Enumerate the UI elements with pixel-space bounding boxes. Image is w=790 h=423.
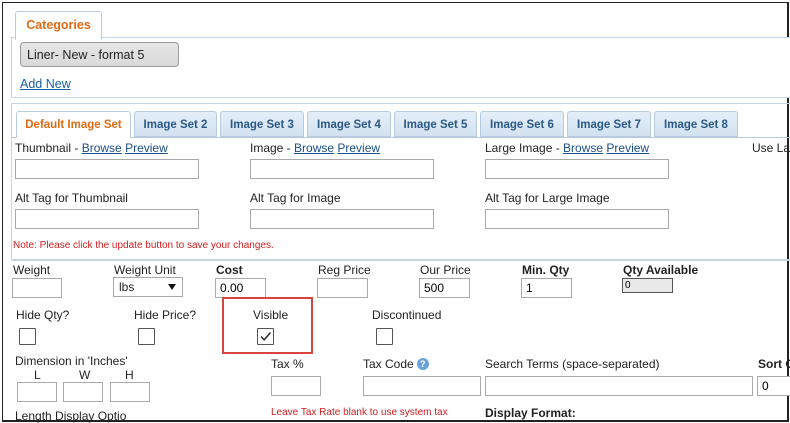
large-image-input[interactable] [485,159,669,179]
search-terms-label: Search Terms (space-separated) [485,357,660,371]
alt-large-image-input[interactable] [485,209,669,229]
tab-image-set-4[interactable]: Image Set 4 [307,111,391,137]
hide-price-checkbox[interactable] [138,328,155,345]
reg-price-input[interactable] [317,278,368,298]
min-qty-label: Min. Qty [522,263,570,277]
visible-label: Visible [253,308,289,322]
image-label: Image - [250,141,295,155]
hide-qty-checkbox[interactable] [19,328,36,345]
image-input[interactable] [250,159,434,179]
thumbnail-label: Thumbnail - [15,141,82,155]
image-preview-link[interactable]: Preview [337,141,380,155]
thumbnail-browse-link[interactable]: Browse [82,141,122,155]
search-terms-input[interactable] [485,376,753,396]
large-image-preview-link[interactable]: Preview [606,141,649,155]
tab-default-image-set[interactable]: Default Image Set [16,111,131,138]
tab-image-set-8[interactable]: Image Set 8 [654,111,738,137]
section-divider [11,259,790,260]
tab-image-set-2[interactable]: Image Set 2 [134,111,217,137]
large-image-label-group: Large Image - Browse Preview [485,141,649,155]
discontinued-label: Discontinued [372,308,442,322]
length-input[interactable] [17,382,57,402]
tab-categories[interactable]: Categories [15,11,102,40]
qty-available-input [622,278,673,293]
dimension-label: Dimension in 'Inches' [15,354,128,368]
tab-image-set-5[interactable]: Image Set 5 [394,111,477,137]
save-note: Note: Please click the update button to … [13,240,274,251]
tab-image-set-3[interactable]: Image Set 3 [220,111,304,137]
discontinued-checkbox[interactable] [376,328,393,345]
category-item[interactable]: Liner- New - format 5 [20,42,179,67]
weight-unit-value: lbs [119,280,135,294]
weight-label: Weight [13,263,51,277]
sort-order-label: Sort O [758,357,790,371]
alt-thumbnail-input[interactable] [15,209,199,229]
height-input[interactable] [110,382,150,402]
checkmark-icon [260,331,272,341]
our-price-input[interactable] [419,278,470,298]
image-label-group: Image - Browse Preview [250,141,380,155]
hide-qty-label: Hide Qty? [16,308,70,322]
alt-large-image-label: Alt Tag for Large Image [485,191,610,205]
thumbnail-label-group: Thumbnail - Browse Preview [15,141,168,155]
alt-image-input[interactable] [250,209,434,229]
min-qty-input[interactable] [521,278,572,298]
visible-highlight-box [222,297,313,354]
dim-h-label: H [125,368,134,382]
large-image-browse-link[interactable]: Browse [563,141,603,155]
weight-unit-select[interactable]: lbs [113,277,183,297]
tax-code-label-group: Tax Code? [363,357,429,371]
sort-order-input[interactable] [757,376,790,396]
cost-input[interactable] [215,278,266,298]
cost-label: Cost [216,263,243,277]
display-format-label: Display Format: [485,406,576,420]
hide-price-label: Hide Price? [134,308,197,322]
dropdown-arrow-icon [168,284,176,290]
tab-image-set-6[interactable]: Image Set 6 [480,111,564,137]
dim-l-label: L [34,368,41,382]
visible-checkbox[interactable] [257,328,274,345]
tax-code-label: Tax Code [363,357,414,371]
tax-percent-input[interactable] [271,376,321,396]
add-new-link[interactable]: Add New [20,77,71,91]
use-label: Use La [752,141,790,155]
alt-thumbnail-label: Alt Tag for Thumbnail [15,191,128,205]
thumbnail-preview-link[interactable]: Preview [125,141,168,155]
alt-image-label: Alt Tag for Image [250,191,341,205]
tax-note: Leave Tax Rate blank to use system tax [271,407,448,418]
tax-code-input[interactable] [363,376,481,396]
our-price-label: Our Price [420,263,471,277]
weight-input[interactable] [12,278,62,298]
tab-image-set-7[interactable]: Image Set 7 [567,111,651,137]
tax-percent-label: Tax % [271,357,304,371]
width-input[interactable] [63,382,103,402]
weight-unit-label: Weight Unit [114,263,176,277]
help-icon[interactable]: ? [416,358,429,370]
thumbnail-input[interactable] [15,159,199,179]
qty-available-label: Qty Available [623,263,699,277]
reg-price-label: Reg Price [318,263,371,277]
image-browse-link[interactable]: Browse [294,141,334,155]
dim-w-label: W [79,368,91,382]
large-image-label: Large Image - [485,141,564,155]
